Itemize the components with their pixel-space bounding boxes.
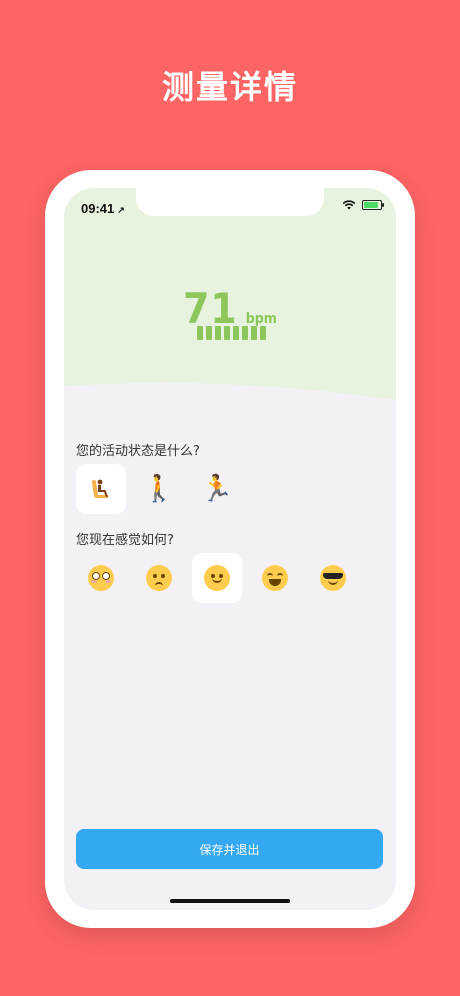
location-arrow-icon: ↗ [117, 205, 125, 215]
status-time-text: 09:41 [81, 201, 115, 216]
smiling-face-icon [204, 565, 230, 591]
mood-option-laughing[interactable] [250, 553, 300, 603]
heart-rate-level-bars [197, 326, 266, 340]
activity-options: 🚶 🏃 [76, 464, 242, 514]
laughing-face-icon [262, 565, 288, 591]
mood-option-flushed[interactable] [76, 553, 126, 603]
activity-option-seated[interactable] [76, 464, 126, 514]
seated-person-icon [92, 479, 108, 498]
activity-question: 您的活动状态是什么? [76, 444, 200, 459]
wifi-icon [342, 200, 356, 210]
level-bar [197, 326, 203, 340]
level-bar [206, 326, 212, 340]
status-indicators [342, 200, 384, 210]
phone-frame: 09:41↗ 71bpm 您的活动状态是什么? � [45, 170, 415, 928]
level-bar [224, 326, 230, 340]
level-bar [251, 326, 257, 340]
mood-option-cool[interactable] [308, 553, 358, 603]
level-bar [215, 326, 221, 340]
mood-option-sad[interactable] [134, 553, 184, 603]
activity-option-walking[interactable]: 🚶 [134, 464, 184, 514]
status-time: 09:41 ↗ [81, 201, 125, 216]
walking-person-icon: 🚶 [142, 474, 176, 504]
page-headline: 测量详情 [161, 68, 298, 106]
heart-rate-unit: bpm [245, 311, 277, 327]
activity-option-running[interactable]: 🏃 [192, 464, 242, 514]
mood-options [76, 553, 358, 603]
app-screen: 09:41↗ 71bpm 您的活动状态是什么? � [64, 188, 396, 910]
panel-wave [64, 378, 396, 418]
flushed-face-icon [88, 565, 114, 591]
home-indicator[interactable] [170, 899, 290, 903]
running-person-icon: 🏃 [200, 474, 234, 504]
level-bar [260, 326, 266, 340]
mood-option-smiling[interactable] [192, 553, 242, 603]
mood-question: 您现在感觉如何? [76, 533, 174, 548]
device-notch [136, 188, 324, 216]
sunglasses-face-icon [320, 565, 346, 591]
sad-face-icon [146, 565, 172, 591]
level-bar [233, 326, 239, 340]
level-bar [242, 326, 248, 340]
battery-icon [362, 200, 384, 210]
save-and-exit-button[interactable]: 保存并退出 [76, 829, 383, 869]
